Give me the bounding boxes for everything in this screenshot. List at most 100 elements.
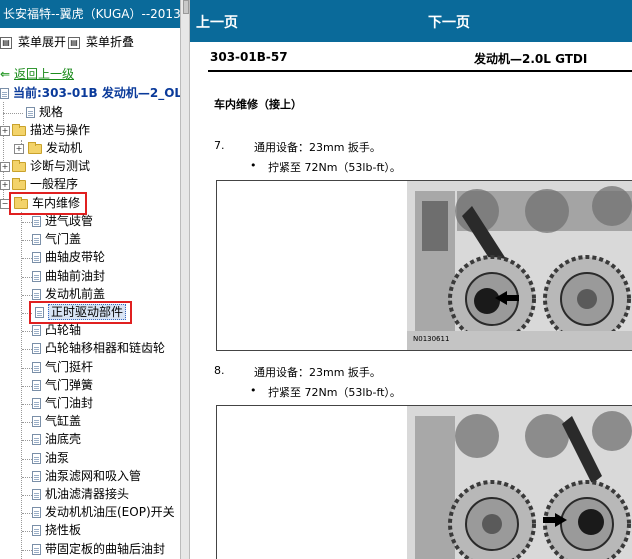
tree-item-subitem[interactable]: 油泵	[32, 450, 69, 467]
tree-connector	[22, 295, 32, 296]
tree-item-label: 描述与操作	[30, 123, 91, 137]
torque-spec: 拧紧至 72Nm（53lb-ft）。	[268, 161, 401, 174]
tree-item-label: 曲轴前油封	[45, 269, 106, 283]
tree-connector	[22, 495, 32, 496]
current-location: 当前:303-01B 发动机—2_OL G	[0, 85, 180, 102]
expand-toggle-icon[interactable]: +	[14, 144, 24, 154]
document-number: 303-01B-57	[210, 50, 288, 64]
tree-item-subitem[interactable]: 气门挺杆	[32, 359, 93, 376]
tree-item-label: 正时驱动部件	[48, 304, 127, 320]
tree-item-subitem[interactable]: 气门盖	[32, 231, 81, 248]
document-icon	[32, 362, 41, 373]
document-title: 发动机—2.0L GTDI	[474, 52, 588, 66]
tree-connector	[22, 313, 32, 314]
tree-item-label: 发动机前盖	[45, 287, 106, 301]
tree-connector	[22, 459, 32, 460]
tree-item-label: 一般程序	[30, 177, 79, 191]
tree-item-subitem[interactable]: 油底壳	[32, 431, 81, 448]
tree-item-subitem[interactable]: 进气歧管	[32, 213, 93, 230]
expand-toggle-icon[interactable]: +	[0, 162, 10, 172]
tree-item-subitem[interactable]: 发动机前盖	[32, 286, 105, 303]
tree-item-subitem[interactable]: 气门油封	[32, 395, 93, 412]
tree-connector	[22, 404, 32, 405]
tree-item-label: 规格	[39, 105, 64, 119]
tree-connector	[22, 422, 32, 423]
document-icon	[35, 307, 44, 318]
figure-id: N0130611	[413, 335, 450, 343]
tree-item-subitem[interactable]: 油泵滤网和吸入管	[32, 468, 141, 485]
current-label: 当前:303-01B 发动机—2_OL G	[13, 86, 180, 100]
tree-item-subitem[interactable]: 曲轴皮带轮	[32, 249, 105, 266]
tree-connector	[22, 240, 32, 241]
tree-item-label: 气门弹簧	[45, 378, 94, 392]
document-icon	[32, 489, 41, 500]
document-icon	[32, 380, 41, 391]
document-icon	[32, 343, 41, 354]
folder-icon	[12, 177, 26, 190]
section-heading: 车内维修（接上）	[214, 98, 302, 111]
collapse-toggle-icon[interactable]: −	[0, 199, 10, 209]
tree-item-subitem[interactable]: 挠性板	[32, 522, 81, 539]
tree-item-subitem[interactable]: 曲轴前油封	[32, 268, 105, 285]
tree-item-label: 气门挺杆	[45, 360, 94, 374]
back-link[interactable]: ⇐ 返回上一级	[0, 66, 74, 83]
tree-connector	[22, 531, 32, 532]
tree-item-label: 气缸盖	[45, 414, 82, 428]
torque-spec: 拧紧至 72Nm（53lb-ft）。	[268, 386, 401, 399]
document-icon	[32, 416, 41, 427]
tree-item-label: 凸轮轴移相器和链齿轮	[45, 341, 166, 355]
tree-connector	[22, 331, 32, 332]
tree-connector	[22, 277, 32, 278]
tree-connector	[22, 513, 32, 514]
tree-item-subitem[interactable]: 带固定板的曲轴后油封	[32, 541, 165, 558]
highlight-box: 正时驱动部件	[28, 301, 133, 324]
step-text: 通用设备：23mm 扳手。	[254, 141, 381, 154]
document-icon	[32, 216, 41, 227]
collapse-menu-button[interactable]: ▤ 菜单折叠	[68, 34, 134, 50]
expand-toggle-icon[interactable]: +	[0, 180, 10, 190]
tree-item-subitem[interactable]: 气缸盖	[32, 413, 81, 430]
tree-item-engine[interactable]: 发动机	[28, 140, 82, 157]
folder-icon	[12, 159, 26, 172]
tree-connector	[3, 113, 23, 114]
tree-item-label: 油泵	[45, 451, 70, 465]
tree-item-label: 凸轮轴	[45, 323, 82, 337]
document-icon	[32, 234, 41, 245]
tree-item-label: 发动机	[46, 141, 83, 155]
next-page-button[interactable]: 下一页	[428, 12, 470, 32]
tree-item-label: 气门油封	[45, 396, 94, 410]
tree-connector	[22, 440, 32, 441]
expand-menu-button[interactable]: ▤ 菜单展开	[0, 34, 66, 50]
tree-item-label: 曲轴皮带轮	[45, 250, 106, 264]
tree-connector	[22, 386, 32, 387]
tree-item-subitem[interactable]: 气门弹簧	[32, 377, 93, 394]
tree-item-subitem[interactable]: 凸轮轴	[32, 322, 81, 339]
header-rule	[208, 70, 632, 72]
folder-icon	[28, 141, 42, 154]
collapse-label: 菜单折叠	[86, 35, 135, 49]
document-icon	[32, 434, 41, 445]
tree-item-general-procedures[interactable]: 一般程序	[12, 176, 78, 193]
open-folder-icon	[14, 196, 28, 209]
panel-title: 长安福特--翼虎（KUGA）--2013	[0, 0, 180, 28]
expand-toggle-icon[interactable]: +	[0, 126, 10, 136]
document-icon	[32, 453, 41, 464]
illustration-step-8	[216, 405, 632, 559]
tree-item-subitem[interactable]: 凸轮轴移相器和链齿轮	[32, 340, 165, 357]
tree-item-subitem[interactable]: 正时驱动部件	[28, 301, 133, 324]
bullet: •	[250, 159, 257, 172]
tree-item-subitem[interactable]: 机油滤清器接头	[32, 486, 129, 503]
tree-item-diagnosis[interactable]: 诊断与测试	[12, 158, 90, 175]
tree-item-description[interactable]: 描述与操作	[12, 122, 90, 139]
tree-connector	[22, 550, 32, 551]
tree-item-label: 发动机机油压(EOP)开关	[45, 505, 175, 519]
tree-item-in-vehicle-repair[interactable]: 车内维修	[8, 192, 88, 215]
engine-timing-illustration	[407, 406, 632, 559]
document-icon	[32, 252, 41, 263]
tree-item-specs[interactable]: 规格	[26, 104, 63, 121]
tree-item-subitem[interactable]: 发动机机油压(EOP)开关	[32, 504, 175, 521]
splitter[interactable]	[180, 0, 190, 559]
document-icon	[32, 525, 41, 536]
previous-page-button[interactable]: 上一页	[196, 12, 238, 32]
document-icon	[32, 325, 41, 336]
